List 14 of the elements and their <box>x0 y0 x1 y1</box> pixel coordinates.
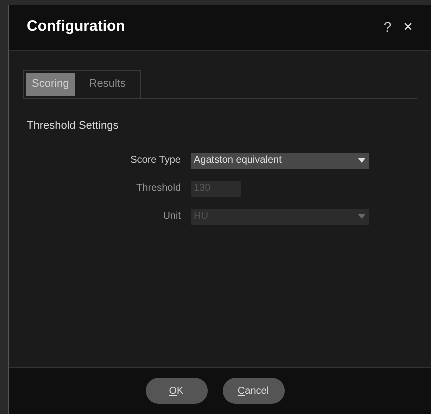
close-button[interactable]: × <box>404 16 413 40</box>
caret-icon <box>358 158 366 163</box>
caret-icon <box>358 214 366 219</box>
field-label: Score Type <box>130 154 182 168</box>
tab[interactable]: Results <box>77 73 138 96</box>
field-label: Unit <box>162 210 182 224</box>
help-button[interactable]: ? <box>384 17 392 38</box>
window-title: Configuration <box>27 17 126 38</box>
dialog-button[interactable]: Cancel <box>222 378 284 404</box>
field-label: Threshold <box>136 182 182 196</box>
tab[interactable]: Scoring <box>26 73 76 96</box>
dialog-button[interactable]: OK <box>146 378 208 404</box>
dropdown[interactable]: Agatston equivalent <box>191 152 369 168</box>
section-title: Threshold Settings <box>27 119 120 134</box>
